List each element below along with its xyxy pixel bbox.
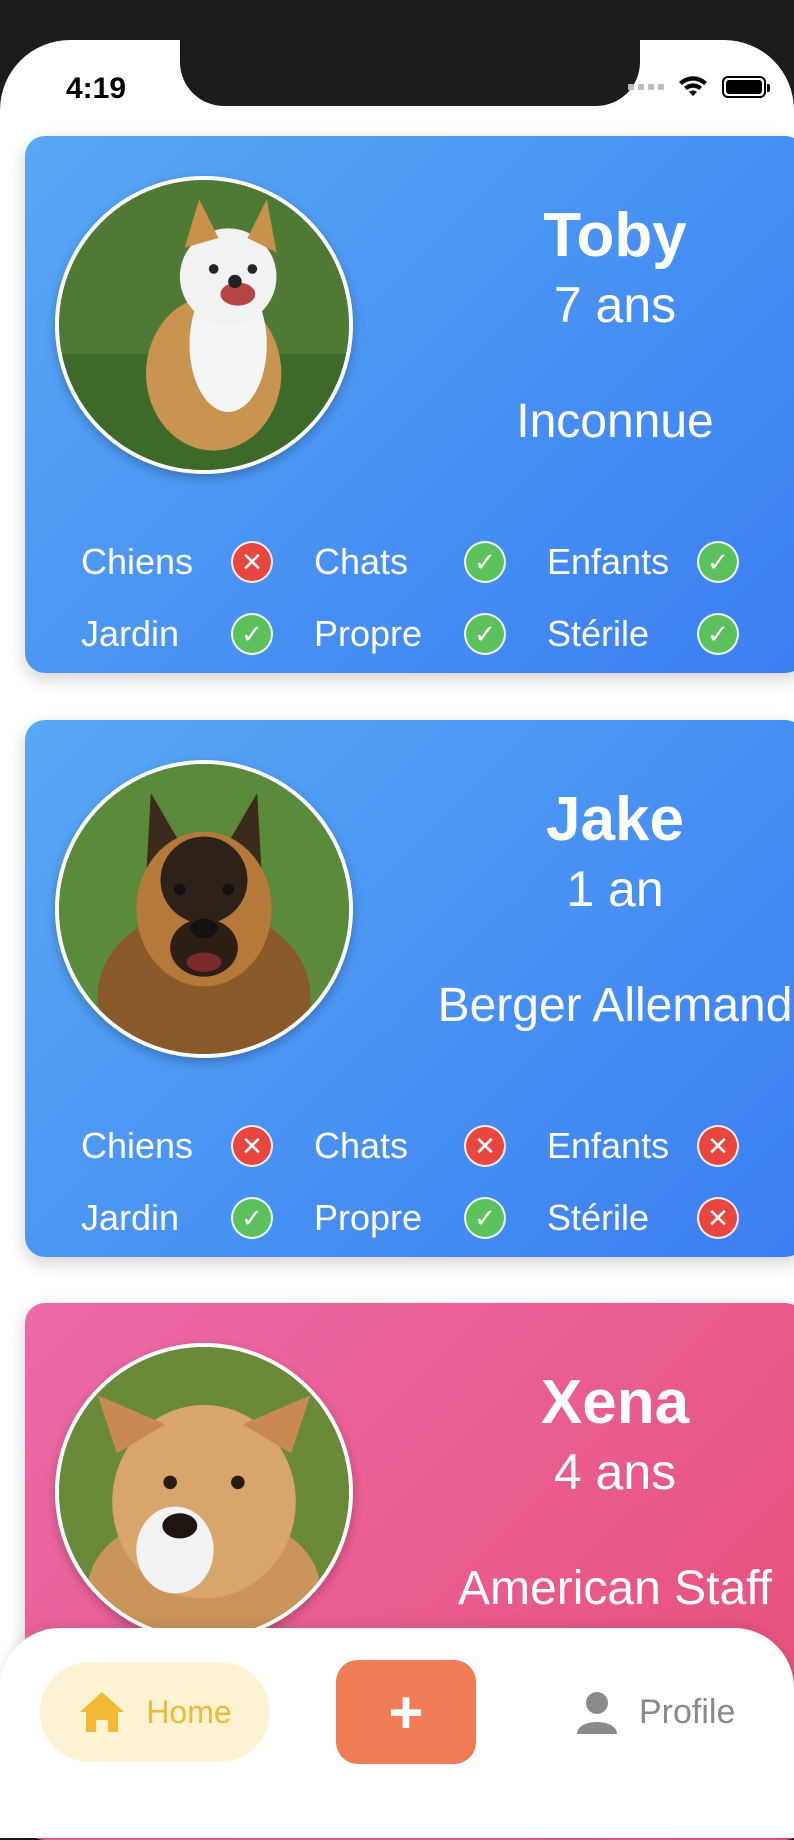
check-icon: ✓ (464, 541, 506, 583)
check-icon: ✓ (464, 1197, 506, 1239)
pet-card[interactable]: Jake 1 an Berger Allemand Chiens ✕ Chats ✕… (25, 720, 794, 1257)
trait-label: Enfants (547, 1125, 670, 1166)
dog-photo-icon (59, 764, 349, 1054)
pet-name: Xena (540, 1368, 690, 1437)
trait-label: Propre (314, 1197, 423, 1238)
trait-label: Chats (314, 1125, 409, 1166)
add-pet-button[interactable]: + (336, 1660, 476, 1764)
pet-photo (55, 760, 353, 1058)
check-icon: ✓ (464, 613, 506, 655)
cross-icon: ✕ (464, 1125, 506, 1167)
home-icon (80, 1692, 125, 1732)
trait-label: Jardin (81, 613, 180, 654)
pet-breed: Berger Allemand (437, 979, 793, 1032)
trait-label: Chiens (81, 541, 194, 582)
pet-name: Jake (546, 785, 684, 854)
trait-label: Stérile (547, 1197, 650, 1238)
trait-label: Enfants (547, 541, 670, 582)
nav-home-button[interactable]: Home (40, 1662, 270, 1762)
user-icon (577, 1692, 617, 1734)
cross-icon: ✕ (231, 1125, 273, 1167)
nav-profile-label: Profile (639, 1692, 736, 1731)
nav-profile-button[interactable]: Profile (575, 1662, 735, 1762)
trait-grid: Chiens ✕ Chats ✓ Enfants ✓ Jardin ✓ Propre ✓ … (81, 526, 781, 670)
trait-label: Chiens (81, 1125, 194, 1166)
wifi-icon (679, 76, 707, 96)
cross-icon: ✕ (231, 541, 273, 583)
cross-icon: ✕ (697, 1125, 739, 1167)
pet-age: 7 ans (553, 277, 677, 333)
battery-icon (722, 76, 770, 98)
pet-card[interactable]: Toby 7 ans Inconnue Chiens ✕ Chats ✓ Enfan… (25, 136, 794, 673)
device-notch (180, 40, 640, 106)
nav-home-label: Home (146, 1693, 232, 1730)
pet-name: Toby (543, 201, 687, 270)
dog-photo-icon (59, 180, 349, 470)
pet-photo (55, 1343, 353, 1641)
trait-label: Stérile (547, 613, 650, 654)
check-icon: ✓ (697, 613, 739, 655)
dog-photo-icon (59, 1347, 349, 1637)
pet-breed: Inconnue (516, 395, 714, 448)
trait-label: Chats (314, 541, 409, 582)
status-time: 4:19 (66, 72, 127, 105)
bottom-nav: Home + Profile (0, 1628, 794, 1838)
check-icon: ✓ (231, 613, 273, 655)
cellular-signal-icon (628, 84, 664, 90)
pet-age: 4 ans (553, 1444, 677, 1500)
pet-breed: American Staff (458, 1562, 772, 1615)
cross-icon: ✕ (697, 1197, 739, 1239)
check-icon: ✓ (697, 541, 739, 583)
status-icons (628, 76, 770, 98)
pet-age: 1 an (566, 861, 664, 917)
trait-grid: Chiens ✕ Chats ✕ Enfants ✕ Jardin ✓ Propre ✓ … (81, 1110, 781, 1254)
check-icon: ✓ (231, 1197, 273, 1239)
pet-photo (55, 176, 353, 474)
trait-label: Propre (314, 613, 423, 654)
trait-label: Jardin (81, 1197, 180, 1238)
